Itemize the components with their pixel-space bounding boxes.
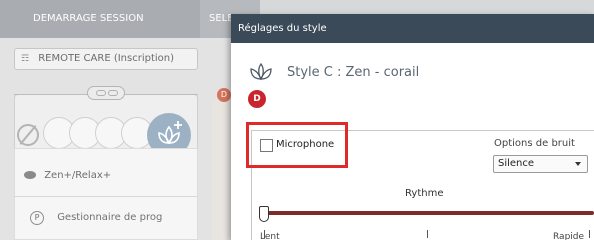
rhythm-slider-track[interactable] — [264, 211, 594, 215]
program-list — [14, 148, 198, 240]
list-item[interactable]: P Gestionnaire de prog — [30, 211, 162, 225]
app-window: DEMARRAGE SESSION SELECTIO ☶ REMOTE CARE… — [0, 0, 594, 240]
noise-options-value: Silence — [498, 158, 535, 169]
slider-tick — [589, 230, 590, 238]
rhythm-min-label: Lent — [260, 232, 280, 240]
dialog-title: Réglages du style — [231, 14, 594, 43]
marker-badge: D — [217, 88, 231, 102]
lotus-icon — [250, 62, 272, 81]
link-icon[interactable] — [87, 86, 125, 100]
noise-options-label: Options de bruit — [494, 138, 575, 149]
list-item-label: Gestionnaire de prog — [57, 212, 163, 223]
rhythm-label: Rythme — [405, 188, 444, 199]
slider-tick — [427, 230, 428, 238]
style-badge: D — [248, 90, 266, 108]
tab-demarrage-session[interactable]: DEMARRAGE SESSION — [0, 0, 200, 38]
patient-field-text: REMOTE CARE (Inscription) — [38, 53, 175, 64]
rhythm-max-label: Rapide — [553, 232, 585, 240]
p-circle-icon: P — [30, 211, 44, 225]
noise-options-select[interactable]: Silence — [493, 155, 588, 173]
microphone-highlight — [246, 122, 348, 168]
style-name: Style C : Zen - corail — [287, 65, 420, 80]
no-style-icon[interactable] — [17, 124, 39, 146]
list-item-label: Zen+/Relax+ — [44, 170, 112, 181]
rhythm-slider-thumb[interactable] — [259, 206, 269, 222]
users-icon: ☶ — [21, 54, 30, 64]
style-settings-dialog: Réglages du style Style C : Zen - corail… — [231, 14, 594, 240]
chevron-down-icon — [575, 162, 581, 166]
eye-icon — [24, 171, 36, 179]
list-item[interactable]: Zen+/Relax+ — [24, 170, 111, 181]
list-divider — [14, 196, 198, 197]
patient-field[interactable]: ☶ REMOTE CARE (Inscription) — [14, 48, 198, 70]
